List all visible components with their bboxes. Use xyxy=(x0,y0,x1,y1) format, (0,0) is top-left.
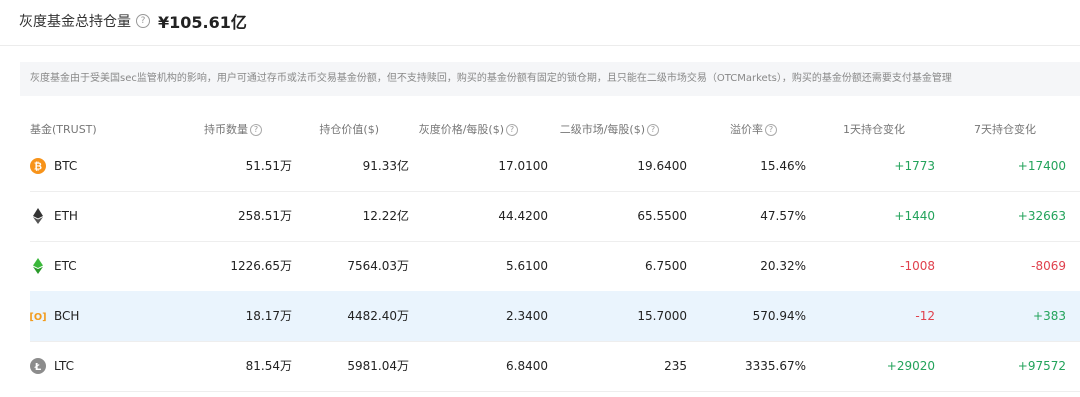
secondary-price: 15.7000 xyxy=(637,309,687,323)
ethereum-icon xyxy=(30,208,46,224)
premium-rate: 3335.67% xyxy=(744,359,806,373)
help-icon: ? xyxy=(647,124,659,136)
bitcoin-cash-icon: [O] xyxy=(30,308,46,324)
divider xyxy=(0,45,1080,46)
svg-text:[O]: [O] xyxy=(30,312,46,323)
premium-rate: 47.57% xyxy=(760,209,806,223)
change-7d: +32663 xyxy=(1017,209,1066,223)
col-premium: 溢价率? xyxy=(730,121,777,137)
secondary-price: 235 xyxy=(664,359,687,373)
secondary-price: 19.6400 xyxy=(637,159,687,173)
coin-name: BCH xyxy=(54,309,80,323)
bitcoin-icon: ₿ xyxy=(30,158,46,174)
total-holdings-label: 灰度基金总持仓量 xyxy=(19,14,131,30)
coin-cell: [O] BCH xyxy=(30,291,79,341)
coin-name: ETC xyxy=(54,259,77,273)
table-header: 基金(TRUST) 持币数量? 持仓价值($) 灰度价格/每股($)? 二级市场… xyxy=(0,116,1080,140)
col-grayscale-price: 灰度价格/每股($)? xyxy=(419,121,518,137)
col-change-1d: 1天持仓变化 xyxy=(843,123,905,136)
ethereum-classic-icon xyxy=(30,258,46,274)
grayscale-price: 6.8400 xyxy=(506,359,548,373)
table-row[interactable]: ETH 258.51万 12.22亿 44.4200 65.5500 47.57… xyxy=(30,191,1080,242)
table-row[interactable]: [O] BCH 18.17万 4482.40万 2.3400 15.7000 5… xyxy=(30,291,1080,342)
holdings: 51.51万 xyxy=(245,159,292,173)
holding-value: 5981.04万 xyxy=(347,359,409,373)
holding-value: 12.22亿 xyxy=(362,209,409,223)
premium-rate: 20.32% xyxy=(760,259,806,273)
change-1d: +1440 xyxy=(894,209,935,223)
coin-cell: ETC xyxy=(30,241,77,291)
holding-value: 7564.03万 xyxy=(347,259,409,273)
coin-cell: ETH xyxy=(30,191,78,241)
help-icon: ? xyxy=(250,124,262,136)
secondary-price: 65.5500 xyxy=(637,209,687,223)
col-change-7d: 7天持仓变化 xyxy=(974,123,1036,136)
premium-rate: 570.94% xyxy=(752,309,806,323)
help-icon: ? xyxy=(506,124,518,136)
grayscale-price: 2.3400 xyxy=(506,309,548,323)
secondary-price: 6.7500 xyxy=(645,259,687,273)
col-trust: 基金(TRUST) xyxy=(30,123,97,136)
premium-rate: 15.46% xyxy=(760,159,806,173)
holdings: 81.54万 xyxy=(245,359,292,373)
coin-name: ETH xyxy=(54,209,78,223)
coin-cell: Ł LTC xyxy=(30,341,74,391)
coin-name: BTC xyxy=(54,159,78,173)
table-row[interactable]: ETC 1226.65万 7564.03万 5.6100 6.7500 20.3… xyxy=(30,241,1080,292)
help-icon[interactable]: ? xyxy=(136,14,150,28)
holding-value: 4482.40万 xyxy=(347,309,409,323)
table-row[interactable]: Ł LTC 81.54万 5981.04万 6.8400 235 3335.67… xyxy=(30,341,1080,392)
col-secondary-price: 二级市场/每股($)? xyxy=(560,121,659,137)
grayscale-price: 17.0100 xyxy=(498,159,548,173)
change-7d: -8069 xyxy=(1031,259,1066,273)
col-holdings: 持币数量? xyxy=(204,121,262,137)
coin-name: LTC xyxy=(54,359,75,373)
holdings: 258.51万 xyxy=(238,209,292,223)
help-icon: ? xyxy=(765,124,777,136)
holdings: 18.17万 xyxy=(245,309,292,323)
holding-value: 91.33亿 xyxy=(362,159,409,173)
change-1d: -12 xyxy=(915,309,935,323)
change-1d: +1773 xyxy=(894,159,935,173)
change-7d: +383 xyxy=(1033,309,1066,323)
total-holdings-value: ¥105.61亿 xyxy=(158,13,247,32)
change-7d: +97572 xyxy=(1017,359,1066,373)
change-1d: -1008 xyxy=(900,259,935,273)
table-row[interactable]: ₿ BTC 51.51万 91.33亿 17.0100 19.6400 15.4… xyxy=(30,141,1080,192)
litecoin-icon: Ł xyxy=(30,358,46,374)
svg-text:₿: ₿ xyxy=(34,161,42,173)
grayscale-price: 44.4200 xyxy=(498,209,548,223)
notice-banner: 灰度基金由于受美国sec监管机构的影响，用户可通过存币或法币交易基金份额，但不支… xyxy=(20,62,1080,96)
holdings: 1226.65万 xyxy=(230,259,292,273)
page-header: 灰度基金总持仓量 ? ¥105.61亿 xyxy=(19,6,247,36)
change-7d: +17400 xyxy=(1017,159,1066,173)
coin-cell: ₿ BTC xyxy=(30,141,77,191)
grayscale-price: 5.6100 xyxy=(506,259,548,273)
change-1d: +29020 xyxy=(886,359,935,373)
svg-text:Ł: Ł xyxy=(34,362,42,373)
col-value: 持仓价值($) xyxy=(319,123,379,136)
